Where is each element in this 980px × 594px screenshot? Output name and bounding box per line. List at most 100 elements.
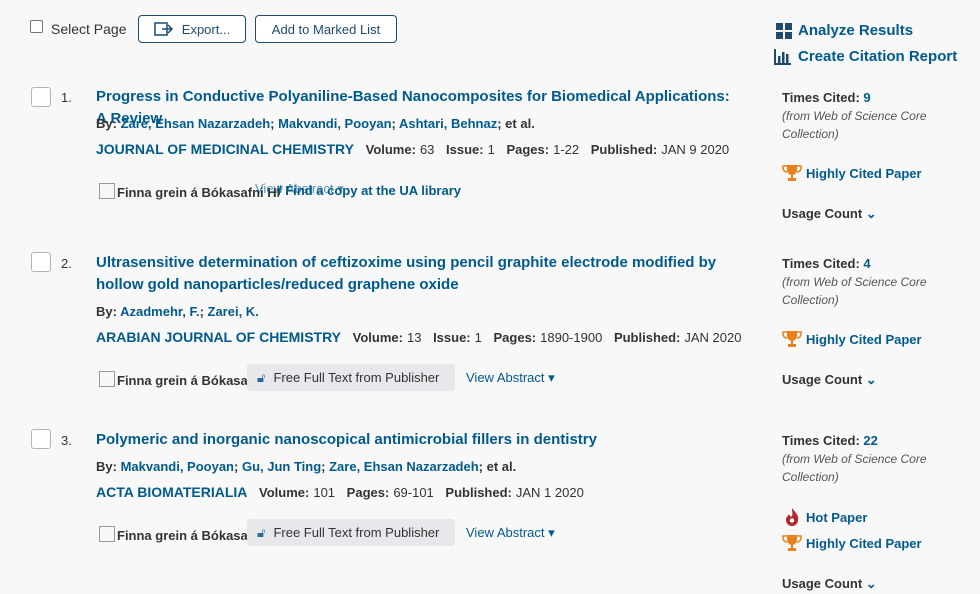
volume-label: Volume:	[352, 330, 403, 345]
author-link[interactable]: Makvandi, Pooyan	[278, 116, 391, 131]
et-al: ; et al.	[478, 459, 517, 474]
record-checkbox[interactable]	[31, 87, 51, 107]
record-title[interactable]: Ultrasensitive determination of ceftizox…	[96, 252, 736, 296]
usage-count-label: Usage Count	[782, 576, 863, 591]
author-link[interactable]: Azadmehr, F.	[120, 304, 199, 319]
free-full-text-button[interactable]: 🔓︎ Free Full Text from Publisher	[247, 519, 455, 546]
journal-link[interactable]: JOURNAL OF MEDICINAL CHEMISTRY	[96, 141, 354, 157]
published-label: Published:	[590, 142, 658, 157]
highly-cited-label: Highly Cited Paper	[806, 331, 922, 347]
create-citation-report-label: Create Citation Report	[798, 48, 958, 65]
select-page-checkbox[interactable]	[30, 20, 43, 33]
issue-label: Issue:	[433, 330, 471, 345]
broken-image-icon	[99, 183, 115, 199]
published-value: JAN 2020	[684, 330, 742, 345]
record-source: ARABIAN JOURNAL OF CHEMISTRY Volume: 13 I…	[96, 329, 741, 345]
record-checkbox[interactable]	[31, 252, 51, 272]
times-cited: Times Cited: 22	[782, 433, 878, 448]
record-title[interactable]: Polymeric and inorganic nanoscopical ant…	[96, 429, 736, 451]
issue-label: Issue:	[446, 142, 484, 157]
times-cited: Times Cited: 9	[782, 90, 871, 105]
highly-cited-badge[interactable]: Highly Cited Paper	[782, 330, 922, 348]
add-to-marked-list-button[interactable]: Add to Marked List	[255, 15, 397, 43]
pages-value: 1-22	[553, 142, 580, 157]
journal-link[interactable]: ACTA BIOMATERIALIA	[96, 484, 247, 500]
trophy-icon	[782, 331, 802, 347]
broken-image-icon	[99, 526, 115, 542]
open-access-icon: 🔓︎	[257, 524, 266, 540]
cited-note: (from Web of Science Core Collection)	[782, 109, 927, 141]
volume-value: 13	[406, 330, 422, 345]
record-authors: By: Makvandi, Pooyan; Gu, Jun Ting; Zare…	[96, 459, 517, 474]
usage-count-toggle[interactable]: Usage Count ⌄	[782, 576, 877, 592]
pages-label: Pages:	[506, 142, 550, 157]
open-access-icon: 🔓︎	[257, 369, 266, 385]
free-full-text-label: Free Full Text from Publisher	[273, 370, 440, 385]
create-citation-report-link[interactable]: Create Citation Report	[774, 48, 957, 65]
record-authors: By: Zare, Ehsan Nazarzadeh; Makvandi, Po…	[96, 116, 535, 131]
trophy-icon	[782, 535, 802, 551]
volume-label: Volume:	[259, 485, 310, 500]
journal-link[interactable]: ARABIAN JOURNAL OF CHEMISTRY	[96, 329, 341, 345]
record-number: 3.	[61, 433, 72, 448]
published-value: JAN 9 2020	[661, 142, 730, 157]
cited-note: (from Web of Science Core Collection)	[782, 275, 927, 307]
export-icon	[154, 22, 173, 36]
view-abstract-link[interactable]: View Abstract ▾	[466, 370, 555, 386]
times-cited: Times Cited: 4	[782, 256, 871, 271]
select-page-label[interactable]: Select Page	[51, 21, 127, 37]
author-link[interactable]: Makvandi, Pooyan	[121, 459, 234, 474]
published-label: Published:	[613, 330, 681, 345]
record-number: 2.	[61, 256, 72, 271]
view-abstract-label: View Abstract	[466, 525, 545, 540]
usage-count-toggle[interactable]: Usage Count ⌄	[782, 206, 877, 222]
et-al: ; et al.	[497, 116, 535, 131]
published-value: JAN 1 2020	[515, 485, 584, 500]
library-link-image[interactable]: Finna grein á Bókasafni	[99, 526, 247, 543]
author-link[interactable]: Zarei, K.	[208, 304, 259, 319]
times-cited-count[interactable]: 4	[863, 256, 870, 271]
published-label: Published:	[445, 485, 512, 500]
record-source: JOURNAL OF MEDICINAL CHEMISTRY Volume: 63…	[96, 141, 729, 157]
image-alt-text: Finna grein á Bókasafni	[117, 373, 247, 388]
view-abstract-link[interactable]: View Abstract ▾	[466, 525, 555, 541]
analyze-results-link[interactable]: Analyze Results	[776, 22, 913, 39]
author-link[interactable]: Ashtari, Behnaz	[399, 116, 497, 131]
image-alt-text: Finna grein á Bókasafni	[117, 528, 247, 543]
volume-value: 63	[419, 142, 435, 157]
hot-paper-badge[interactable]: Hot Paper	[782, 508, 867, 526]
times-cited-count[interactable]: 22	[863, 433, 877, 448]
issue-value: 1	[487, 142, 495, 157]
usage-count-label: Usage Count	[782, 206, 863, 221]
record-number: 1.	[61, 90, 72, 105]
view-abstract-label: View Abstract	[466, 370, 545, 385]
hot-paper-label: Hot Paper	[806, 509, 868, 525]
times-cited-label: Times Cited:	[782, 90, 860, 105]
library-link-image[interactable]: Finna grein á Bókasafni	[99, 371, 247, 388]
free-full-text-button[interactable]: 🔓︎ Free Full Text from Publisher	[247, 364, 455, 391]
pages-label: Pages:	[493, 330, 537, 345]
chevron-down-icon: ⌄	[865, 206, 877, 221]
pages-label: Pages:	[346, 485, 390, 500]
volume-label: Volume:	[365, 142, 416, 157]
author-link[interactable]: Zare, Ehsan Nazarzadeh	[121, 116, 271, 131]
record-checkbox[interactable]	[31, 429, 51, 449]
author-link[interactable]: Gu, Jun Ting	[242, 459, 321, 474]
by-label: By:	[96, 304, 117, 319]
by-label: By:	[96, 459, 117, 474]
bar-chart-icon	[774, 48, 791, 65]
highly-cited-badge[interactable]: Highly Cited Paper	[782, 164, 922, 182]
library-link-image[interactable]: Finna grein á Bókasafni HÍ	[99, 183, 279, 200]
find-copy-link[interactable]: / Find a copy at the UA library	[278, 183, 461, 198]
record-authors: By: Azadmehr, F.; Zarei, K.	[96, 304, 259, 319]
highly-cited-badge[interactable]: Highly Cited Paper	[782, 534, 922, 552]
flame-icon	[786, 508, 799, 526]
author-link[interactable]: Zare, Ehsan Nazarzadeh	[329, 459, 479, 474]
usage-count-label: Usage Count	[782, 372, 863, 387]
highly-cited-label: Highly Cited Paper	[806, 165, 922, 181]
usage-count-toggle[interactable]: Usage Count ⌄	[782, 372, 877, 388]
pages-value: 69-101	[393, 485, 434, 500]
export-button[interactable]: Export...	[138, 15, 246, 43]
times-cited-count[interactable]: 9	[863, 90, 870, 105]
volume-value: 101	[313, 485, 336, 500]
